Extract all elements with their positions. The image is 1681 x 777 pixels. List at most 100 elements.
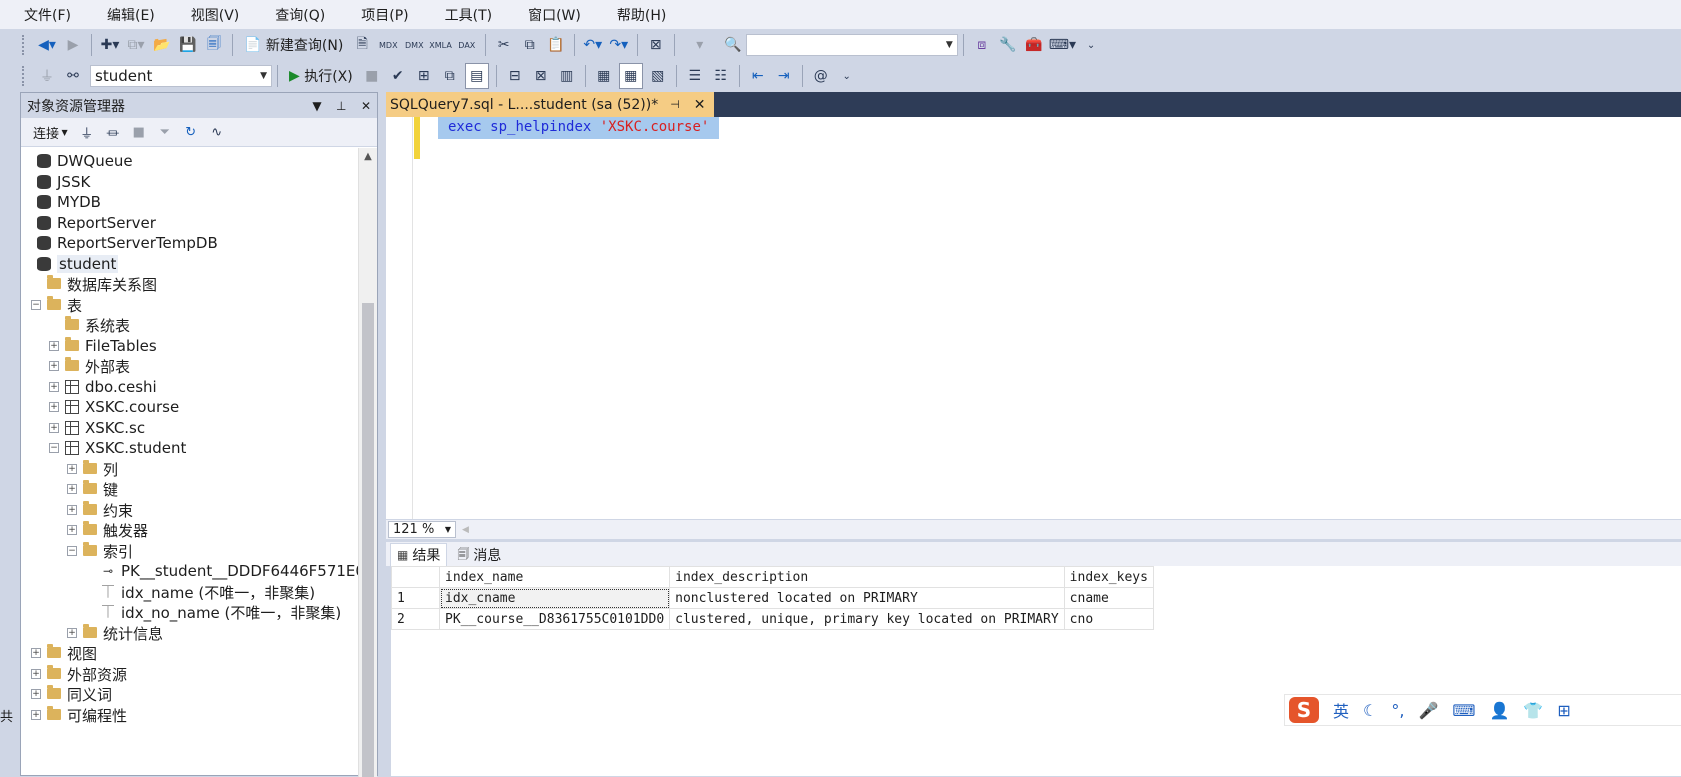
xmla-query-button[interactable]: XMLA (429, 33, 452, 57)
user-icon[interactable]: 👤 (1489, 701, 1509, 720)
tree-node-db-diagrams[interactable]: 数据库关系图 (31, 274, 157, 294)
decrease-indent-icon[interactable]: ⇤ (747, 64, 769, 88)
tree-node-programmability[interactable]: + 可编程性 (31, 705, 127, 725)
microphone-icon[interactable]: 🎤 (1418, 701, 1438, 720)
tree-node-system-tables[interactable]: 系统表 (49, 315, 130, 335)
row-number[interactable]: 2 (391, 608, 440, 630)
toolbar-overflow-icon[interactable]: ⌄ (1080, 33, 1102, 57)
new-query-button[interactable]: 📄 新建查询(N) (240, 33, 347, 57)
dmx-query-button[interactable]: DMX (403, 33, 425, 57)
expander[interactable] (21, 197, 31, 207)
save-all-icon[interactable]: 🗐 (203, 33, 225, 57)
tree-node-indexes[interactable]: − 索引 (67, 541, 133, 561)
menu-edit[interactable]: 编辑(E) (83, 5, 167, 25)
expander[interactable] (21, 238, 31, 248)
expand-icon[interactable]: + (31, 710, 41, 720)
sogou-logo-icon[interactable]: S (1289, 697, 1319, 723)
tab-sqlquery7[interactable]: SQLQuery7.sql - L....student (sa (52))* … (386, 92, 714, 117)
command-window-icon[interactable]: ⌨▾ (1049, 33, 1076, 57)
connect-plug-icon[interactable]: ⏚ (76, 120, 98, 144)
redo-icon[interactable]: ↷▾ (608, 33, 630, 57)
expand-icon[interactable]: + (49, 402, 59, 412)
toolbox-icon[interactable]: 🧰 (1023, 33, 1045, 57)
wrench-icon[interactable]: 🔧 (997, 33, 1019, 57)
column-header[interactable]: index_description (669, 566, 1065, 588)
expander[interactable] (21, 259, 31, 269)
code-line[interactable]: exec sp_helpindex 'XSKC.course' (438, 117, 720, 139)
grid-cell[interactable]: nonclustered located on PRIMARY (669, 587, 1065, 609)
tree-node-dwqueue[interactable]: DWQueue (21, 151, 133, 171)
forward-icon[interactable]: ▶ (62, 33, 84, 57)
menu-tools[interactable]: 工具(T) (421, 5, 504, 25)
activity-monitor-icon[interactable]: ⊠ (645, 33, 667, 57)
expand-icon[interactable]: + (49, 361, 59, 371)
solution-config-dropdown[interactable]: ▾ (682, 33, 718, 57)
paste-icon[interactable]: 📋 (545, 33, 567, 57)
connect-button[interactable]: 连接 ▼ (29, 120, 72, 144)
results-to-grid-icon[interactable]: ▦ (618, 63, 643, 89)
open-file-icon[interactable]: 📂 (151, 33, 173, 57)
row-number[interactable]: 1 (391, 587, 440, 609)
scrollbar-thumb[interactable] (362, 303, 374, 777)
ime-language-toggle[interactable]: 英 (1333, 698, 1349, 722)
visual-studio-icon[interactable]: ⧈ (971, 33, 993, 57)
activity-icon[interactable]: ∿ (206, 120, 228, 144)
dax-query-button[interactable]: DAX (456, 33, 478, 57)
expand-icon[interactable]: + (31, 648, 41, 658)
collapse-icon[interactable]: − (67, 546, 77, 556)
add-item-icon[interactable]: ⧉▾ (125, 33, 147, 57)
tree-node-reportservertempdb[interactable]: ReportServerTempDB (21, 233, 218, 253)
tree-node-xskc-course[interactable]: + XSKC.course (49, 397, 179, 417)
tree-scrollbar[interactable]: ▲ (358, 148, 377, 777)
sql-editor[interactable]: exec sp_helpindex 'XSKC.course' (386, 117, 1681, 521)
menu-view[interactable]: 视图(V) (167, 5, 252, 25)
collapse-icon[interactable]: − (49, 443, 59, 453)
tree-node-triggers[interactable]: + 触发器 (67, 520, 148, 540)
skin-icon[interactable]: 👕 (1523, 701, 1543, 720)
row-number-header[interactable] (391, 566, 440, 588)
grid-cell[interactable]: PK__course__D8361755C0101DD0 (438, 608, 671, 630)
expander[interactable] (85, 607, 95, 617)
collapse-icon[interactable]: − (31, 300, 41, 310)
moon-icon[interactable]: ☾ (1363, 701, 1377, 720)
increase-indent-icon[interactable]: ⇥ (773, 64, 795, 88)
tree-node-xskc-sc[interactable]: + XSKC.sc (49, 418, 145, 438)
close-icon[interactable]: ✕ (361, 99, 371, 113)
tree-node-synonyms[interactable]: + 同义词 (31, 684, 112, 704)
expand-icon[interactable]: + (67, 628, 77, 638)
estimated-plan-icon[interactable]: ⊞ (413, 64, 435, 88)
expander[interactable] (49, 320, 59, 330)
grid-cell[interactable]: idx_cname (438, 587, 671, 609)
menu-window[interactable]: 窗口(W) (504, 5, 593, 25)
connect-icon[interactable]: ⏚ (36, 64, 58, 88)
expand-icon[interactable]: + (31, 689, 41, 699)
expander[interactable] (85, 587, 95, 597)
scroll-up-icon[interactable]: ▲ (359, 148, 377, 166)
column-header[interactable]: index_keys (1063, 566, 1154, 588)
tree-node-xskc-student[interactable]: − XSKC.student (49, 438, 186, 458)
db-engine-query-icon[interactable]: 🗎 (351, 33, 373, 57)
menu-file[interactable]: 文件(F) (0, 5, 83, 25)
tree-node-idx-no-name[interactable]: ⏉ idx_no_name (不唯一，非聚集) (85, 602, 341, 622)
cut-icon[interactable]: ✂ (493, 33, 515, 57)
tab-messages[interactable]: 🗐 消息 (451, 544, 507, 566)
toolbox-grid-icon[interactable]: ⊞ (1557, 701, 1570, 720)
tree-node-columns[interactable]: + 列 (67, 459, 118, 479)
tree-node-pk-student[interactable]: ⊸ PK__student__DDDF6446F571E052 (85, 561, 359, 581)
tree-node-mydb[interactable]: MYDB (21, 192, 101, 212)
stop-icon[interactable]: ■ (128, 120, 150, 144)
query-designer-icon[interactable]: ⧉ (439, 64, 461, 88)
expand-icon[interactable]: + (67, 464, 77, 474)
tree-node-tables[interactable]: − 表 (31, 295, 82, 315)
execute-button[interactable]: ▶ 执行(X) (285, 64, 357, 88)
grid-cell[interactable]: cno (1063, 608, 1154, 630)
disconnect-icon[interactable]: ⏛ (102, 120, 124, 144)
find-in-files-icon[interactable]: 🔍 (722, 33, 744, 57)
tree-node-statistics[interactable]: + 统计信息 (67, 623, 163, 643)
client-statistics-icon[interactable]: ▥ (556, 64, 578, 88)
pin-icon[interactable]: ⊥ (336, 99, 346, 113)
expand-icon[interactable]: + (49, 382, 59, 392)
expander[interactable] (21, 156, 31, 166)
expand-icon[interactable]: + (49, 423, 59, 433)
menu-project[interactable]: 项目(P) (337, 5, 420, 25)
